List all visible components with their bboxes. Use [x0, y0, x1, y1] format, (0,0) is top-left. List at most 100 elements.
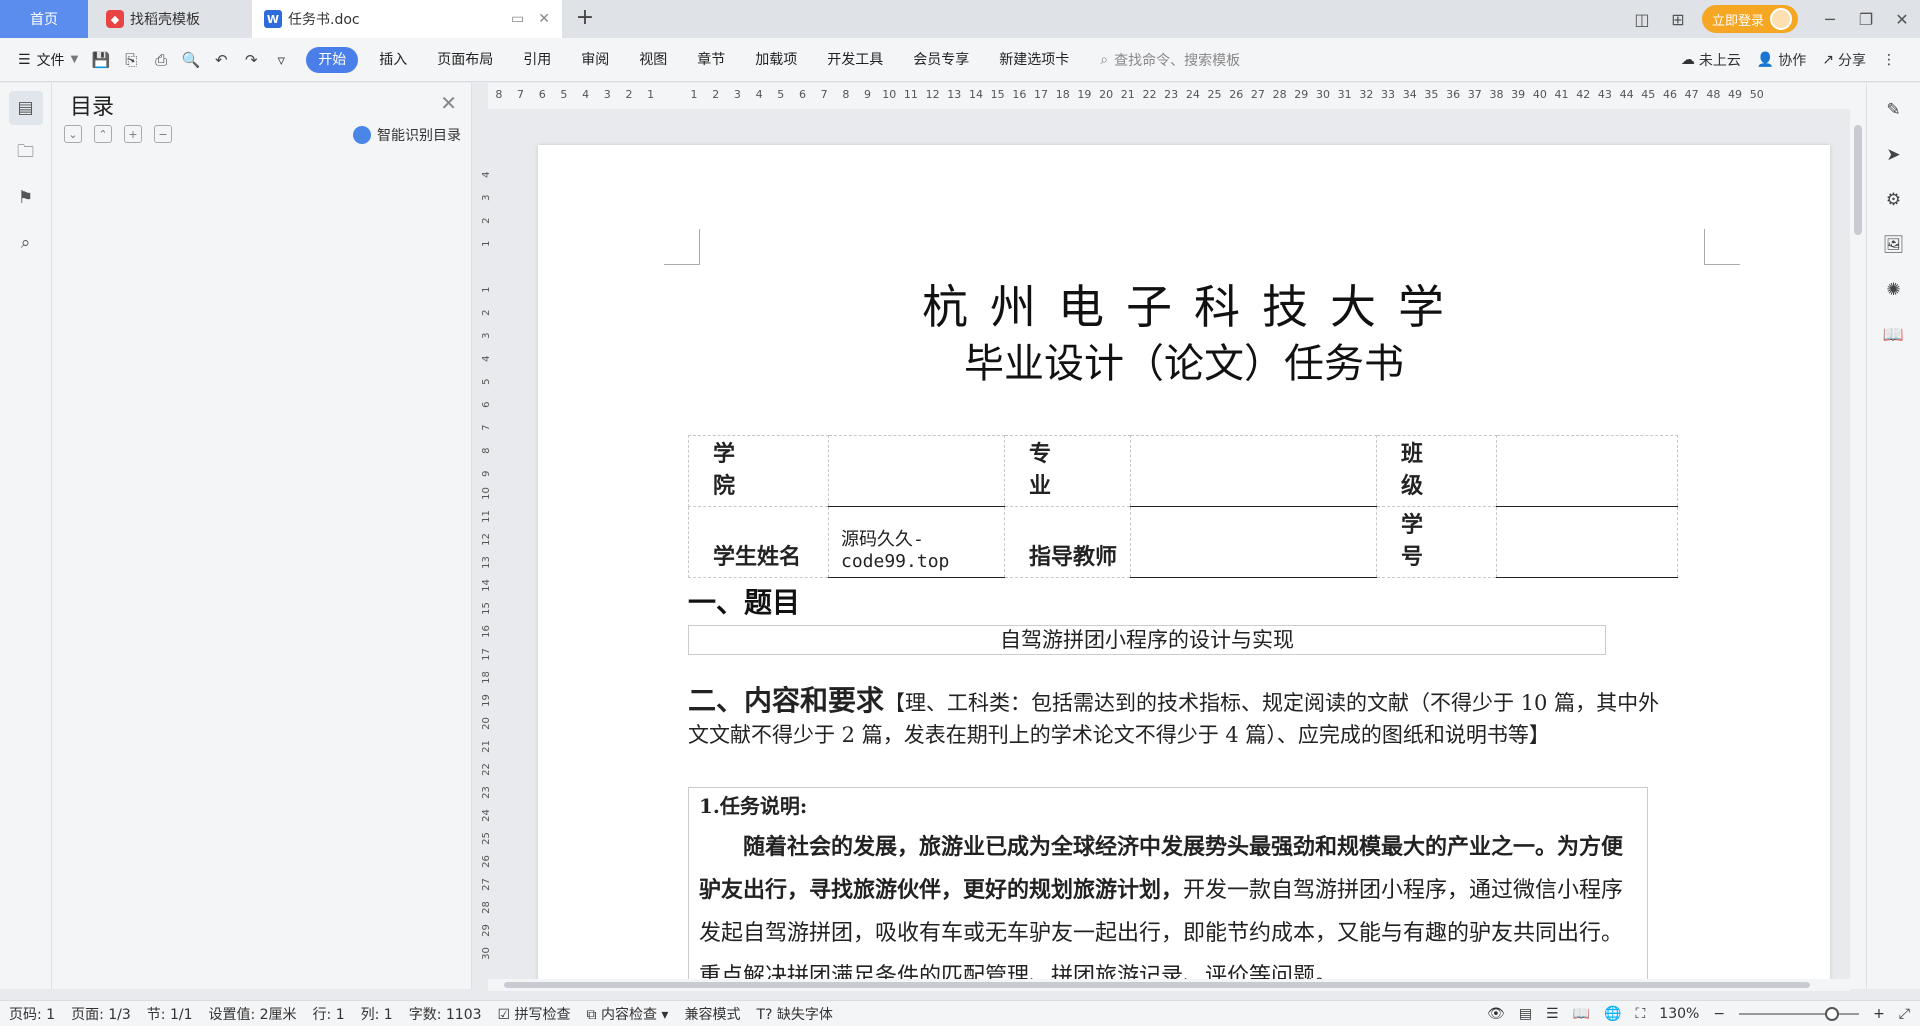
restore-icon[interactable]: ❐: [1848, 0, 1884, 38]
menu-member[interactable]: 会员专享: [898, 47, 984, 73]
content-check-button[interactable]: ⧉ 内容检查 ▾: [578, 1004, 676, 1024]
student-id-value[interactable]: [1496, 506, 1678, 578]
close-panel-icon[interactable]: ✕: [440, 91, 457, 115]
ruler-tick-label: 5: [480, 378, 492, 385]
zoom-in-icon[interactable]: +: [1873, 1006, 1885, 1022]
tab-document-label: 任务书.doc: [288, 12, 360, 28]
new-tab-button[interactable]: +: [572, 6, 598, 32]
topic-field[interactable]: 自驾游拼团小程序的设计与实现: [688, 625, 1606, 655]
tab-templates[interactable]: ◆ 找稻壳模板: [90, 0, 250, 38]
menu-chapter[interactable]: 章节: [682, 47, 740, 73]
outline-view-icon[interactable]: ☰: [1546, 1006, 1559, 1022]
redo-icon[interactable]: ↷: [238, 47, 264, 73]
class-value[interactable]: [1496, 435, 1678, 507]
vertical-ruler[interactable]: 4 3 2 1 1 2 3 4 5 6 7 8 9 10 11 12 13 14 15 16 17 18 19 20 21 22 2…: [476, 160, 500, 980]
minimize-icon[interactable]: ─: [1812, 0, 1848, 38]
ruler-tick-label: 19: [480, 694, 492, 707]
layout-icon[interactable]: ◫: [1624, 0, 1660, 38]
chapter-nav-icon[interactable]: 🗀: [9, 136, 43, 170]
menu-new-tab[interactable]: 新建选项卡: [984, 47, 1084, 73]
file-menu[interactable]: ☰ 文件 ▼: [0, 50, 88, 70]
bookmark-icon[interactable]: ⚑: [9, 181, 43, 215]
fit-page-icon[interactable]: ⛶: [1635, 1006, 1645, 1022]
status-page-number: 页码: 1: [9, 1006, 56, 1023]
ruler-tick-label: 4: [582, 88, 590, 101]
smart-toc-button[interactable]: 智能识别目录: [353, 125, 461, 145]
book-search-icon[interactable]: 📖: [1879, 320, 1909, 350]
select-pointer-icon[interactable]: ➤: [1879, 140, 1909, 170]
horizontal-ruler[interactable]: 8 7 6 5 4 3 2 1 1 2 3 4 5 6 7 8 9 10 11 12 13 14 15 16 17 18 19 20 2…: [488, 83, 1850, 109]
advisor-value[interactable]: [1130, 506, 1377, 578]
ai-icon[interactable]: ✺: [1879, 275, 1909, 305]
menu-addins[interactable]: 加载项: [740, 47, 812, 73]
page-view-icon[interactable]: ▤: [1519, 1006, 1532, 1022]
status-word-count[interactable]: 字数: 1103: [400, 1004, 489, 1024]
menu-review[interactable]: 审阅: [566, 47, 624, 73]
menu-page-layout[interactable]: 页面布局: [422, 47, 508, 73]
image-edit-icon[interactable]: 🖼: [1879, 230, 1909, 260]
close-tab-icon[interactable]: ✕: [538, 11, 550, 27]
zoom-slider-handle[interactable]: [1825, 1006, 1840, 1021]
cloud-status-button[interactable]: ☁ 未上云: [1681, 50, 1741, 70]
ruler-tick-label: 36: [1446, 88, 1461, 101]
scroll-thumb[interactable]: [504, 982, 1810, 988]
pin-window-icon[interactable]: ▭: [511, 11, 524, 27]
save-icon[interactable]: 💾: [88, 47, 114, 73]
command-search[interactable]: ⌕ 查找命令、搜索模板: [1100, 50, 1240, 70]
student-name-value[interactable]: 源码久久-code99.top: [828, 506, 1005, 578]
document-page[interactable]: 杭州电子科技大学 毕业设计（论文）任务书 学 院 专 业 班 级 学生姓名 源码…: [538, 145, 1830, 979]
ruler-tick-label: 29: [1294, 88, 1309, 101]
avatar: [1770, 8, 1792, 30]
tab-document[interactable]: W 任务书.doc ▭ ✕: [252, 0, 562, 38]
collapse-all-icon[interactable]: ⌃: [94, 125, 112, 143]
print-icon[interactable]: ⎙: [148, 47, 174, 73]
pen-icon[interactable]: ✎: [1879, 95, 1909, 125]
college-value[interactable]: [828, 435, 1005, 507]
student-name-label: 学生姓名: [688, 506, 829, 578]
share-button[interactable]: ↗ 分享: [1822, 50, 1866, 70]
apps-grid-icon[interactable]: ⊞: [1660, 0, 1696, 38]
menu-developer[interactable]: 开发工具: [812, 47, 898, 73]
major-value[interactable]: [1130, 435, 1377, 507]
ruler-tick-label: 23: [480, 786, 492, 799]
close-window-icon[interactable]: ✕: [1884, 0, 1920, 38]
web-view-icon[interactable]: 🌐: [1604, 1006, 1621, 1022]
status-pages[interactable]: 页面: 1/3: [62, 1004, 138, 1024]
ruler-tick-label: [475, 257, 498, 270]
find-icon[interactable]: ⌕: [9, 226, 43, 260]
vertical-scrollbar[interactable]: [1850, 83, 1866, 989]
undo-icon[interactable]: ↶: [208, 47, 234, 73]
menu-view[interactable]: 视图: [624, 47, 682, 73]
horizontal-scrollbar[interactable]: [488, 979, 1850, 991]
menu-references[interactable]: 引用: [508, 47, 566, 73]
menu-insert[interactable]: 插入: [364, 47, 422, 73]
customize-quick-access-icon[interactable]: ▿: [268, 47, 294, 73]
ruler-tick-label: 3: [480, 194, 492, 201]
scroll-thumb[interactable]: [1854, 125, 1862, 235]
zoom-level[interactable]: 130%: [1659, 1006, 1699, 1022]
expand-all-icon[interactable]: ⌄: [64, 125, 82, 143]
eye-protection-icon[interactable]: 👁: [1487, 1006, 1505, 1022]
collab-button[interactable]: 👤 协作: [1757, 50, 1806, 70]
ruler-tick-label: 50: [1749, 88, 1764, 101]
missing-font-button[interactable]: T? 缺失字体: [747, 1004, 839, 1024]
read-view-icon[interactable]: 📖: [1573, 1006, 1590, 1022]
export-pdf-icon[interactable]: ⎘: [118, 47, 144, 73]
outline-title: 目录: [70, 95, 115, 120]
remove-heading-icon[interactable]: −: [154, 125, 172, 143]
class-label: 班 级: [1376, 435, 1497, 507]
outline-icon[interactable]: ▤: [8, 91, 43, 125]
ruler-tick-label: 11: [480, 510, 492, 523]
add-heading-icon[interactable]: +: [124, 125, 142, 143]
login-button[interactable]: 立即登录: [1701, 5, 1798, 33]
task-description-box[interactable]: 1.任务说明: 随着社会的发展，旅游业已成为全球经济中发展势头最强劲和规模最大的…: [688, 787, 1648, 979]
spell-check-button[interactable]: ☑ 拼写检查: [489, 1004, 578, 1024]
print-preview-icon[interactable]: 🔍: [178, 47, 204, 73]
zoom-slider[interactable]: [1739, 1006, 1860, 1021]
zoom-out-icon[interactable]: −: [1713, 1006, 1725, 1022]
settings-sliders-icon[interactable]: ⚙: [1879, 185, 1909, 215]
fullscreen-icon[interactable]: ⤢: [1899, 1006, 1910, 1022]
tab-home[interactable]: 首页: [0, 0, 88, 38]
menu-start[interactable]: 开始: [306, 46, 359, 73]
more-icon[interactable]: ⋮: [1882, 52, 1896, 68]
